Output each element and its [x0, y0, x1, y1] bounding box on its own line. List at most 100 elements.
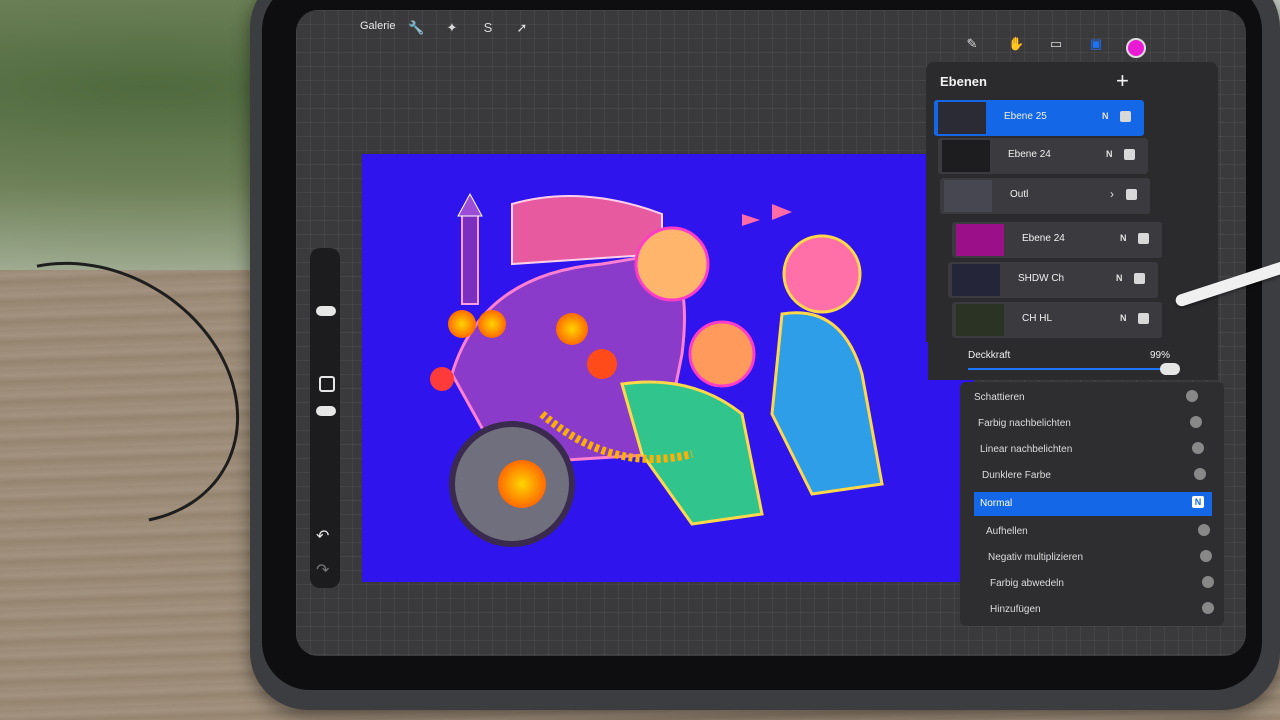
layers-panel: Ebenen + Ebene 25 N Ebene 24 N Outl › Eb…: [926, 62, 1218, 342]
layer-name: Ebene 24: [1022, 233, 1065, 244]
blend-mode-item[interactable]: Hinzufügen: [984, 598, 1222, 622]
color-picker-button[interactable]: [1126, 38, 1146, 58]
layer-blend-mode[interactable]: N: [1120, 313, 1127, 323]
wrench-icon[interactable]: 🔧: [408, 20, 424, 36]
character-body: [770, 311, 884, 496]
canvas-artwork[interactable]: [362, 154, 974, 582]
blend-mode-item[interactable]: Farbig nachbelichten: [972, 412, 1210, 436]
brush-icon[interactable]: ✎: [964, 36, 980, 52]
transform-icon[interactable]: ➚: [514, 20, 530, 36]
opacity-label: Deckkraft: [968, 350, 1011, 361]
blend-mode-icon: [1198, 524, 1210, 536]
blend-mode-item[interactable]: Aufhellen: [980, 520, 1218, 544]
blend-mode-label: Aufhellen: [986, 526, 1028, 537]
sidebar-controls: ↶ ↷: [310, 248, 340, 588]
layer-name: Ebene 24: [1008, 149, 1051, 160]
character-body: [620, 380, 764, 526]
opacity-slider[interactable]: [316, 406, 336, 416]
opacity-value: 99%: [1150, 350, 1171, 361]
layer-row[interactable]: Ebene 25 N: [934, 100, 1144, 136]
layer-thumbnail: [956, 304, 1004, 336]
smudge-icon[interactable]: ✋: [1008, 36, 1024, 52]
wheel-hub: [498, 460, 546, 508]
redo-icon[interactable]: ↷: [316, 560, 329, 580]
exhaust-pipe: [461, 213, 479, 305]
layer-row[interactable]: CH HL N: [952, 302, 1162, 338]
headlight: [448, 310, 476, 338]
blend-mode-icon: [1190, 416, 1202, 428]
layer-name: Ebene 25: [1004, 111, 1047, 122]
layer-group-row[interactable]: Outl ›: [940, 178, 1150, 214]
headlight: [478, 310, 506, 338]
layer-visibility-checkbox[interactable]: [1134, 273, 1145, 284]
layer-row[interactable]: SHDW Ch N: [948, 262, 1158, 298]
opacity-control: Deckkraft 99%: [928, 340, 1218, 380]
layer-visibility-checkbox[interactable]: [1138, 233, 1149, 244]
layer-row[interactable]: Ebene 24 N: [952, 222, 1162, 258]
layer-thumbnail: [938, 102, 986, 134]
blend-mode-item[interactable]: Negativ multiplizieren: [982, 546, 1220, 570]
flag: [772, 204, 792, 220]
blend-mode-label: Normal: [980, 498, 1013, 509]
eraser-icon[interactable]: ▭: [1048, 36, 1064, 52]
blend-mode-label: Schattieren: [974, 392, 1025, 403]
procreate-screen: Galerie 🔧 ✦ S ➚ ✎ ✋ ▭ ▣ ↶ ↷ Ebenen + Ebe…: [296, 10, 1246, 656]
flag: [742, 214, 760, 226]
wand-icon[interactable]: ✦: [444, 20, 460, 36]
blend-mode-label: Negativ multiplizieren: [988, 552, 1084, 563]
lamp: [587, 349, 617, 379]
layer-name: CH HL: [1022, 313, 1053, 324]
undo-icon[interactable]: ↶: [316, 526, 329, 546]
blend-mode-list: Schattieren Farbig nachbelichten Linear …: [960, 382, 1224, 626]
headlight: [556, 313, 588, 345]
layer-name: Outl: [1010, 189, 1029, 200]
blend-mode-label: Farbig abwedeln: [990, 578, 1064, 589]
layer-visibility-checkbox[interactable]: [1120, 111, 1131, 122]
artwork-illustration: [430, 192, 884, 547]
opacity-slider-knob[interactable]: [1160, 363, 1180, 375]
blend-mode-item[interactable]: Schattieren: [968, 386, 1206, 410]
layers-icon[interactable]: ▣: [1088, 36, 1104, 52]
blend-mode-label: Linear nachbelichten: [980, 444, 1073, 455]
chevron-right-icon[interactable]: ›: [1110, 187, 1114, 201]
blend-mode-icon: [1192, 442, 1204, 454]
layer-row[interactable]: Ebene 24 N: [938, 138, 1148, 174]
blend-mode-label: Hinzufügen: [990, 604, 1041, 615]
layer-thumbnail: [942, 140, 990, 172]
layer-name: SHDW Ch: [1018, 273, 1065, 284]
opacity-track[interactable]: [968, 363, 1180, 375]
opacity-fill: [968, 368, 1166, 370]
modify-button[interactable]: [319, 376, 335, 392]
blend-mode-label: Farbig nachbelichten: [978, 418, 1071, 429]
blend-mode-icon: [1202, 602, 1214, 614]
layer-blend-mode[interactable]: N: [1116, 273, 1123, 283]
blend-mode-item-selected[interactable]: Normal N: [974, 492, 1212, 516]
pipe-arrow: [457, 192, 483, 217]
blend-mode-item[interactable]: Dunklere Farbe: [976, 464, 1214, 488]
blend-mode-item[interactable]: Linear nachbelichten: [974, 438, 1212, 462]
layer-blend-mode[interactable]: N: [1106, 149, 1113, 159]
blend-mode-label: Dunklere Farbe: [982, 470, 1051, 481]
character-head: [634, 226, 710, 302]
blend-mode-icon: [1186, 390, 1198, 402]
blend-mode-badge: N: [1192, 496, 1204, 508]
layer-thumbnail: [944, 180, 992, 212]
layer-blend-mode[interactable]: N: [1120, 233, 1127, 243]
blend-mode-icon: [1194, 468, 1206, 480]
layer-visibility-checkbox[interactable]: [1124, 149, 1135, 160]
layer-visibility-checkbox[interactable]: [1126, 189, 1137, 200]
layer-thumbnail: [952, 264, 1000, 296]
layer-visibility-checkbox[interactable]: [1138, 313, 1149, 324]
selection-icon[interactable]: S: [480, 20, 496, 36]
layer-blend-mode[interactable]: N: [1102, 111, 1109, 121]
lamp: [430, 367, 454, 391]
layers-title: Ebenen: [940, 74, 987, 89]
character-head: [782, 234, 862, 314]
brush-size-slider[interactable]: [316, 306, 336, 316]
add-layer-button[interactable]: +: [1116, 68, 1129, 94]
blend-mode-icon: [1200, 550, 1212, 562]
layer-thumbnail: [956, 224, 1004, 256]
character-head: [688, 320, 756, 388]
gallery-button[interactable]: Galerie: [360, 20, 395, 32]
blend-mode-item[interactable]: Farbig abwedeln: [984, 572, 1222, 596]
